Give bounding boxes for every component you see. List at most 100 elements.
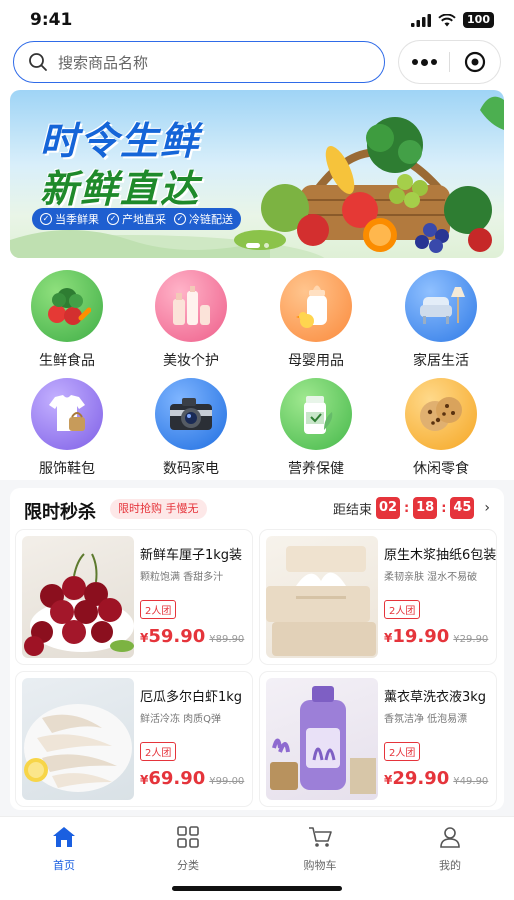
category-fresh-food[interactable]: 生鲜食品: [17, 270, 117, 370]
countdown[interactable]: 距结束 02 : 18 : 45 ›: [333, 497, 490, 519]
tab-cart[interactable]: 购物车: [270, 825, 370, 873]
product-desc: 柔韧亲肤 湿水不易破: [384, 572, 478, 583]
product-price: ¥19.90 ¥29.90: [384, 626, 489, 647]
category-label: 母婴用品: [288, 353, 344, 369]
product-desc: 鲜活冷冻 肉质Q弹: [140, 714, 222, 725]
category-label: 营养保健: [288, 461, 344, 477]
armchair-icon: [405, 270, 477, 342]
cookie-icon: [405, 378, 477, 450]
banner-tags: ✓ 当季鲜果 ✓ 产地直采 ✓ 冷链配送: [32, 208, 241, 230]
clothing-icon: [31, 378, 103, 450]
home-icon: [53, 827, 75, 847]
original-price: ¥29.90: [453, 634, 489, 645]
tab-label: 首页: [53, 859, 75, 872]
category-beauty[interactable]: 美妆个护: [141, 270, 241, 370]
product-card[interactable]: 厄瓜多尔白虾1kg 鲜活冷冻 肉质Q弹 2人团 ¥69.90 ¥99.00: [16, 672, 252, 806]
category-label: 数码家电: [163, 461, 219, 477]
cart-icon: [309, 827, 332, 847]
original-price: ¥49.90: [453, 776, 489, 787]
category-label: 生鲜食品: [39, 353, 95, 369]
original-price: ¥89.90: [209, 634, 245, 645]
baby-bottle-icon: [280, 270, 352, 342]
header: 搜索商品名称 时令生鲜 新鲜直达 ✓ 当季鲜果 ✓ 产地直采 ✓ 冷链配送: [0, 38, 514, 260]
promo-banner[interactable]: 时令生鲜 新鲜直达 ✓ 当季鲜果 ✓ 产地直采 ✓ 冷链配送: [10, 90, 504, 258]
original-price: ¥99.00: [209, 776, 245, 787]
close-target-button[interactable]: [450, 51, 500, 73]
product-name: 薰衣草洗衣液3kg: [384, 690, 487, 705]
category-home[interactable]: 家居生活: [391, 270, 491, 370]
category-label: 休闲零食: [413, 461, 469, 477]
flash-sale-title: 限时秒杀: [24, 502, 96, 523]
product-card[interactable]: 新鲜车厘子1kg装 颗粒饱满 香甜多汁 2人团 ¥59.90 ¥89.90: [16, 530, 252, 664]
tab-category[interactable]: 分类: [138, 825, 238, 873]
product-name: 厄瓜多尔白虾1kg: [140, 690, 243, 705]
status-bar: 9:41 100: [0, 0, 514, 38]
check-icon: ✓: [107, 213, 119, 225]
more-menu-button[interactable]: [399, 58, 449, 66]
countdown-hours: 02: [375, 497, 400, 519]
countdown-label: 距结束: [332, 502, 372, 518]
status-time: 9:41: [30, 10, 73, 30]
grid-icon: [177, 826, 199, 848]
category-label: 服饰鞋包: [39, 461, 95, 477]
category-electronics[interactable]: 数码家电: [141, 378, 241, 478]
category-health[interactable]: 营养保健: [266, 378, 366, 478]
tab-home[interactable]: 首页: [14, 825, 114, 873]
banner-tag: ✓ 当季鲜果: [40, 211, 99, 227]
battery-icon: 100: [463, 12, 494, 28]
cosmetics-icon: [155, 270, 227, 342]
banner-tag: ✓ 产地直采: [107, 211, 166, 227]
product-image-tissue: [266, 536, 378, 658]
product-price: ¥29.90 ¥49.90: [384, 768, 489, 789]
tab-label: 购物车: [303, 859, 337, 872]
category-label: 家居生活: [413, 353, 469, 369]
product-desc: 香氛洁净 低泡易漂: [384, 714, 468, 725]
mini-program-capsule: [399, 41, 500, 83]
product-desc: 颗粒饱满 香甜多汁: [140, 572, 224, 583]
banner-title-line1: 时令生鲜: [40, 119, 201, 163]
category-label: 美妆个护: [163, 353, 219, 369]
countdown-minutes: 18: [413, 497, 438, 519]
category-apparel[interactable]: 服饰鞋包: [17, 378, 117, 478]
chevron-right-icon: ›: [484, 500, 490, 516]
wifi-icon: [438, 13, 456, 26]
countdown-seconds: 45: [450, 497, 475, 519]
group-buy-tag: 2人团: [384, 600, 421, 619]
product-price: ¥59.90 ¥89.90: [140, 626, 245, 647]
search-input[interactable]: 搜索商品名称: [13, 41, 385, 83]
product-image-cherries: [22, 536, 134, 658]
category-grid: 生鲜食品 美妆个护 母婴用品 家居生活 服饰鞋包 数码家电 营养保健 休闲零食: [0, 260, 514, 480]
product-name: 新鲜车厘子1kg装: [140, 548, 243, 563]
group-buy-tag: 2人团: [140, 600, 177, 619]
group-buy-tag: 2人团: [140, 742, 177, 761]
product-card[interactable]: 薰衣草洗衣液3kg 香氛洁净 低泡易漂 2人团 ¥29.90 ¥49.90: [260, 672, 496, 806]
search-placeholder: 搜索商品名称: [58, 53, 149, 72]
category-snacks[interactable]: 休闲零食: [391, 378, 491, 478]
vegetables-icon: [31, 270, 103, 342]
check-icon: ✓: [174, 213, 186, 225]
group-buy-tag: 2人团: [384, 742, 421, 761]
banner-pagination: [246, 243, 269, 248]
status-icons: 100: [411, 12, 494, 28]
user-icon: [440, 827, 460, 848]
search-icon: [29, 53, 47, 71]
product-price: ¥69.90 ¥99.00: [140, 768, 245, 789]
flash-sale-section: 限时秒杀 限时抢购 手慢无 距结束 02 : 18 : 45 › 新鲜车厘子1k…: [10, 488, 504, 810]
product-image-shrimp: [22, 678, 134, 800]
product-image-detergent: [266, 678, 378, 800]
camera-icon: [155, 378, 227, 450]
supplement-icon: [280, 378, 352, 450]
tab-profile[interactable]: 我的: [400, 825, 500, 873]
tab-label: 我的: [439, 859, 461, 872]
banner-title-line2: 新鲜直达: [40, 167, 201, 211]
signal-icon: [411, 13, 432, 27]
target-icon: [464, 51, 486, 73]
banner-tag: ✓ 冷链配送: [174, 211, 233, 227]
product-name: 原生木浆抽纸6包装: [384, 548, 497, 563]
check-icon: ✓: [40, 213, 52, 225]
product-card[interactable]: 原生木浆抽纸6包装 柔韧亲肤 湿水不易破 2人团 ¥19.90 ¥29.90: [260, 530, 496, 664]
home-indicator: [172, 886, 342, 891]
flash-sale-badge: 限时抢购 手慢无: [110, 499, 207, 519]
category-baby[interactable]: 母婴用品: [266, 270, 366, 370]
tab-label: 分类: [177, 859, 199, 872]
